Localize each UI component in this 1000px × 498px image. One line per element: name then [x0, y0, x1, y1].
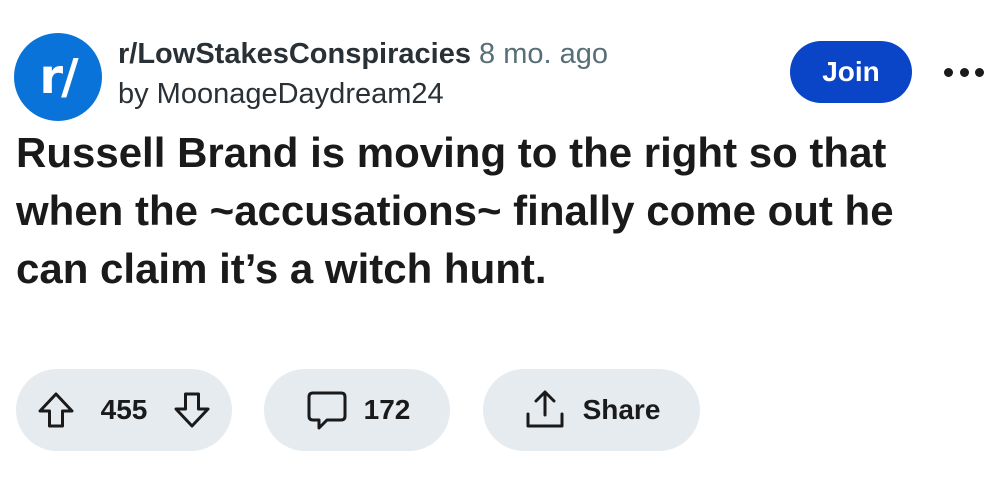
subreddit-avatar[interactable]: r/ — [14, 33, 102, 121]
comments-button[interactable]: 172 — [264, 369, 450, 451]
post-card: r/ r/LowStakesConspiracies 8 mo. ago by … — [0, 0, 1000, 498]
author-line[interactable]: by MoonageDaydream24 — [118, 76, 608, 112]
subreddit-name[interactable]: r/LowStakesConspiracies — [118, 38, 471, 70]
post-title[interactable]: Russell Brand is moving to the right so … — [16, 124, 966, 298]
subreddit-avatar-text: r/ — [39, 49, 78, 105]
post-meta: r/LowStakesConspiracies 8 mo. ago by Moo… — [118, 36, 608, 112]
more-dot — [975, 67, 984, 77]
comment-count: 172 — [363, 394, 411, 425]
post-time: 8 mo. ago — [479, 38, 609, 70]
more-dot — [944, 67, 953, 77]
comment-icon — [304, 387, 350, 433]
vote-bar: 455 — [16, 369, 232, 451]
share-icon — [523, 388, 567, 432]
upvote-icon[interactable] — [36, 390, 76, 430]
more-options-button[interactable] — [944, 60, 984, 84]
share-button[interactable]: Share — [483, 369, 700, 451]
join-button[interactable]: Join — [790, 41, 912, 103]
downvote-icon[interactable] — [172, 390, 212, 430]
share-label: Share — [582, 394, 661, 425]
post-meta-line: r/LowStakesConspiracies 8 mo. ago — [118, 36, 608, 72]
more-dot — [959, 67, 969, 77]
upvote-count: 455 — [100, 394, 148, 425]
